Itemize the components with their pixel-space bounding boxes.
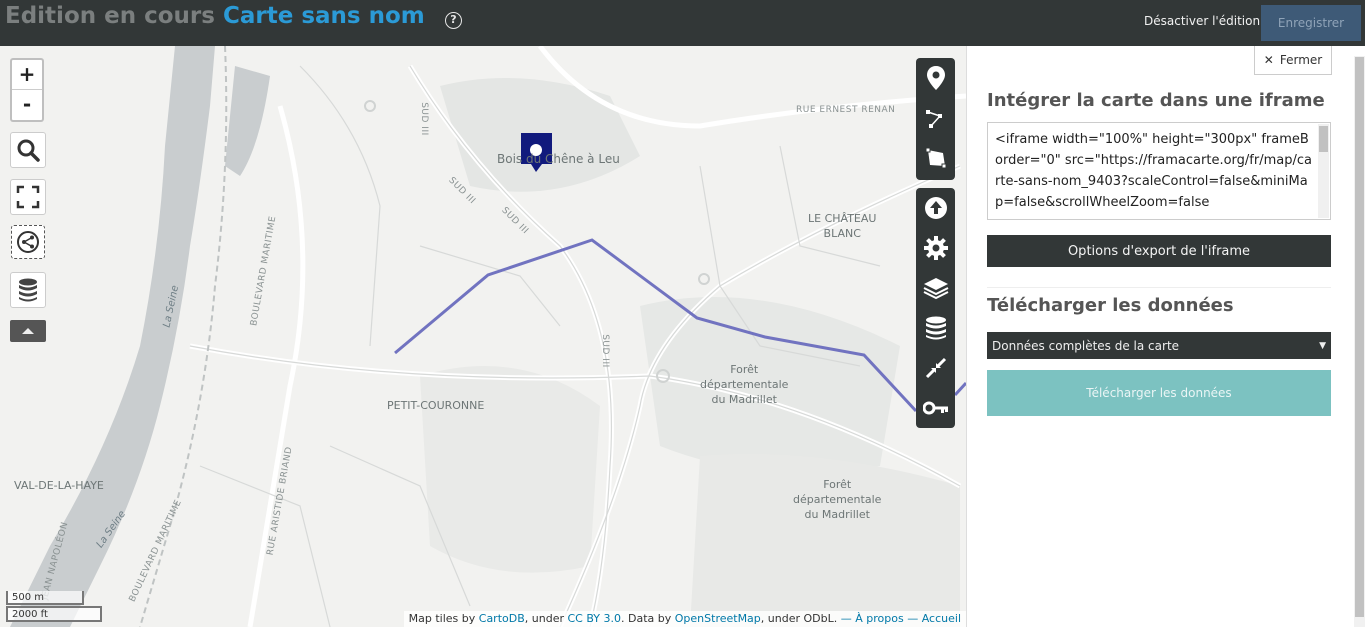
zoom-in-button[interactable]: +	[12, 60, 42, 90]
zoom-out-button[interactable]: -	[12, 90, 42, 120]
draw-toolbar	[916, 58, 955, 180]
map-canvas[interactable]: Bois du Chêne à Leu LE CHÂTEAU BLANC PET…	[0, 46, 966, 627]
page-title: Edition en cours Carte sans nom	[5, 3, 425, 29]
map-name[interactable]: Carte sans nom	[223, 3, 425, 29]
download-data-button[interactable]: Télécharger les données	[987, 370, 1331, 416]
attribution-text: Map tiles by	[408, 612, 479, 625]
iframe-export-options-button[interactable]: Options d'export de l'iframe	[987, 235, 1331, 267]
compress-icon	[925, 357, 946, 379]
share-icon	[17, 231, 39, 253]
layers-icon	[923, 278, 948, 300]
about-link[interactable]: — À propos	[841, 612, 904, 625]
scale-metric: 500 m	[6, 591, 84, 605]
label-bois: Bois du Chêne à Leu	[497, 152, 620, 166]
close-panel-button[interactable]: ✕ Fermer	[1254, 46, 1332, 75]
marker-pin-icon	[926, 66, 945, 90]
ccby-link[interactable]: CC BY 3.0	[568, 612, 622, 625]
divider	[987, 287, 1331, 288]
permissions-button[interactable]	[916, 388, 955, 428]
label-foret-1: Forêt départementale du Madrillet	[700, 363, 789, 406]
zoom-control: + -	[10, 58, 44, 122]
datalayers-button[interactable]	[10, 272, 46, 308]
center-zoom-button[interactable]	[916, 348, 955, 388]
label-rue-renan: RUE ERNEST RENAN	[796, 105, 896, 115]
scale-imperial: 2000 ft	[6, 606, 102, 622]
label-sud3-d: SUD III	[599, 334, 610, 368]
attribution-text: , under ODbL.	[760, 612, 841, 625]
caret-up-icon	[22, 328, 34, 334]
save-button[interactable]: Enregistrer	[1261, 5, 1361, 41]
download-title: Télécharger les données	[987, 295, 1234, 316]
tilelayers-button[interactable]	[916, 268, 955, 308]
database-icon	[19, 278, 37, 302]
top-bar: Edition en cours Carte sans nom ? Désact…	[0, 0, 1365, 46]
caret-down-icon: ▼	[1319, 340, 1326, 351]
label-val-haye: VAL-DE-LA-HAYE	[14, 479, 104, 492]
edit-status-label: Edition en cours	[5, 3, 215, 29]
gear-icon	[923, 236, 948, 260]
cartodb-link[interactable]: CartoDB	[479, 612, 525, 625]
settings-toolbar	[916, 188, 955, 428]
attribution-text: , under	[524, 612, 568, 625]
import-button[interactable]	[916, 188, 955, 228]
key-icon	[922, 401, 948, 415]
textarea-scrollbar[interactable]	[1318, 124, 1329, 218]
label-sud3-a: SUD III	[418, 102, 429, 136]
select-value: Données complètes de la carte	[992, 338, 1180, 353]
home-link[interactable]: — Accueil	[907, 612, 961, 625]
polyline-icon	[925, 110, 942, 128]
fullscreen-icon	[16, 185, 40, 209]
close-icon: ✕	[1263, 53, 1274, 67]
manage-datalayers-button[interactable]	[916, 308, 955, 348]
label-petit-couronne: PETIT-COURONNE	[387, 399, 485, 412]
map-tiles	[0, 46, 966, 627]
help-icon[interactable]: ?	[445, 12, 462, 29]
search-button[interactable]	[10, 132, 46, 168]
share-button[interactable]	[11, 225, 45, 259]
side-panel: ✕ Fermer Intégrer la carte dans une ifra…	[966, 46, 1365, 627]
map-settings-button[interactable]	[916, 228, 955, 268]
osm-link[interactable]: OpenStreetMap	[675, 612, 761, 625]
iframe-code-textarea[interactable]: <iframe width="100%" height="300px" fram…	[987, 122, 1331, 220]
search-icon	[17, 139, 40, 162]
draw-polyline-button[interactable]	[916, 98, 955, 138]
download-format-select[interactable]: Données complètes de la carte ▼	[987, 332, 1331, 359]
draw-polygon-button[interactable]	[916, 138, 955, 178]
fullscreen-button[interactable]	[10, 179, 46, 215]
disable-edit-link[interactable]: Désactiver l'édition	[1144, 14, 1260, 28]
close-label: Fermer	[1279, 53, 1323, 67]
toggle-controls-button[interactable]	[10, 320, 46, 342]
draw-marker-button[interactable]	[916, 58, 955, 98]
panel-scrollbar[interactable]	[1354, 56, 1365, 627]
embed-title: Intégrer la carte dans une iframe	[987, 90, 1325, 111]
map-attribution: Map tiles by CartoDB, under CC BY 3.0. D…	[403, 611, 966, 627]
label-chateau: LE CHÂTEAU BLANC	[808, 212, 877, 240]
label-foret-2: Forêt départementale du Madrillet	[793, 478, 882, 521]
attribution-text: . Data by	[621, 612, 675, 625]
polygon-icon	[925, 147, 946, 169]
upload-icon	[924, 197, 947, 219]
database-icon	[925, 316, 946, 340]
